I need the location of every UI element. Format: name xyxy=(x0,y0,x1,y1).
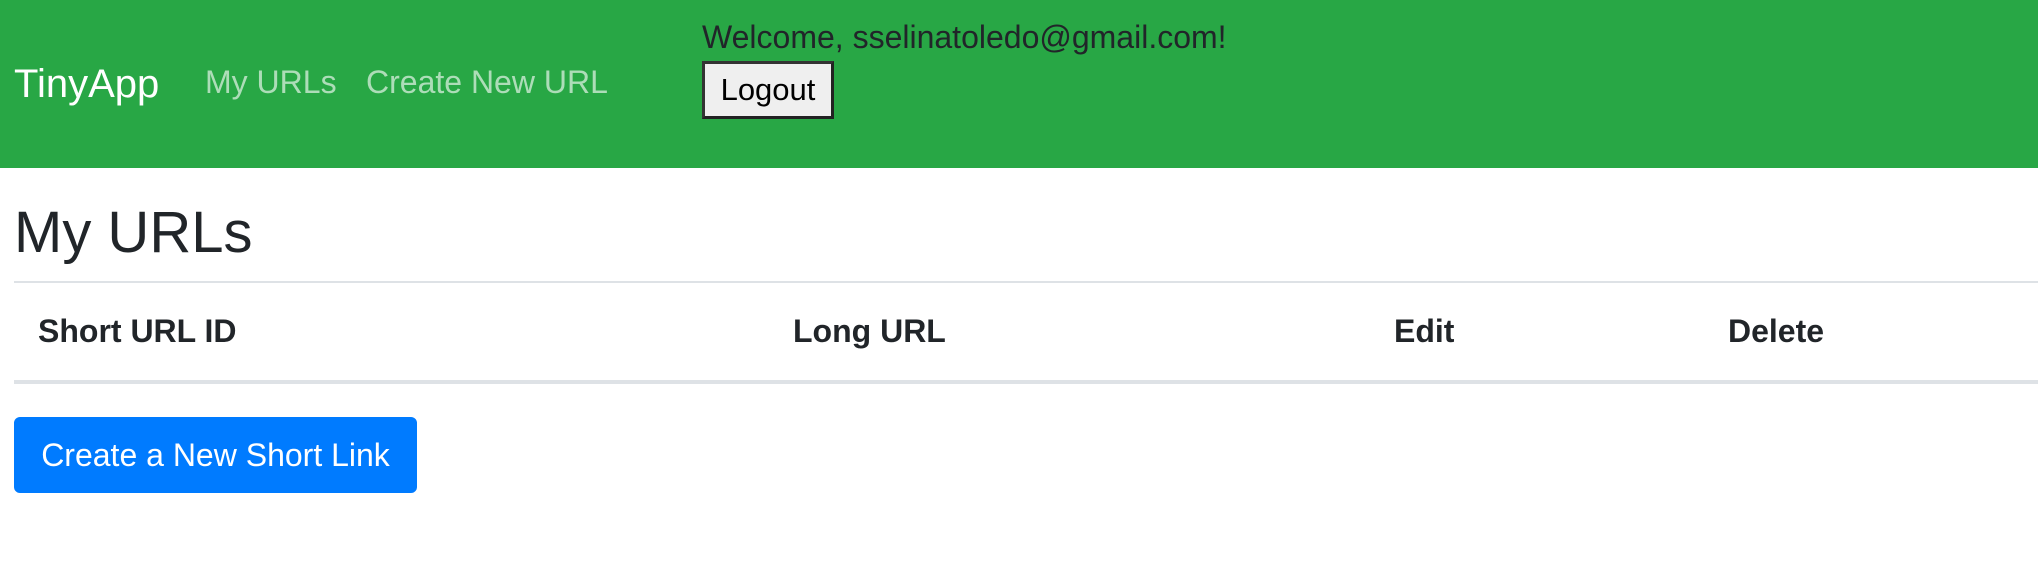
brand-link[interactable]: TinyApp xyxy=(14,58,159,110)
column-header-delete: Delete xyxy=(1728,313,1825,349)
column-header-short-url-id: Short URL ID xyxy=(38,313,237,349)
nav-create-new-url-link[interactable]: Create New URL xyxy=(366,60,608,104)
welcome-message: Welcome, sselinatoledo@gmail.com! xyxy=(702,19,1227,55)
column-header-long-url: Long URL xyxy=(793,313,946,349)
navbar: TinyApp My URLs Create New URL Welcome, … xyxy=(0,0,2038,168)
column-header-edit: Edit xyxy=(1394,313,1455,349)
table-top-border xyxy=(14,281,2038,283)
logout-button[interactable]: Logout xyxy=(702,61,834,119)
page-title: My URLs xyxy=(14,200,253,265)
nav-my-urls-link[interactable]: My URLs xyxy=(205,60,337,104)
create-new-short-link-button[interactable]: Create a New Short Link xyxy=(14,417,417,493)
table-header-bottom-border xyxy=(14,380,2038,384)
